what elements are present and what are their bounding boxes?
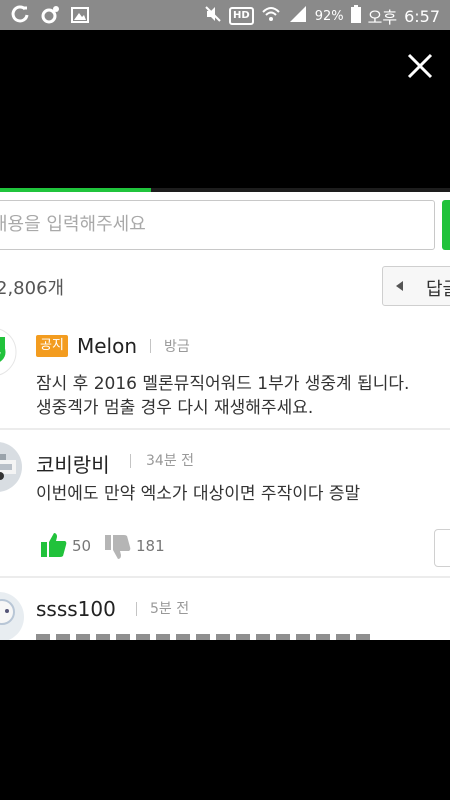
- comment-count: 2,806개: [0, 278, 65, 299]
- notice-author[interactable]: Melon: [77, 334, 137, 358]
- video-area[interactable]: [0, 30, 450, 190]
- melon-logo-icon: [0, 328, 17, 376]
- notification-icons: [10, 5, 90, 25]
- like-count: 50: [72, 537, 92, 555]
- meta-divider: [130, 454, 131, 468]
- image-notification-icon: [70, 5, 90, 25]
- ampm-label: 오후: [367, 8, 398, 27]
- clock: 6:57: [404, 6, 440, 26]
- character-avatar-icon: [0, 599, 15, 625]
- meta-divider: [136, 602, 137, 616]
- user-avatar[interactable]: [0, 442, 22, 492]
- notice-time: 방금: [164, 339, 190, 355]
- notice-text-line2: 생중곅가 멈출 경우 다시 재생해주세요.: [36, 398, 314, 418]
- close-button[interactable]: [406, 52, 434, 80]
- dislike-count: 181: [136, 537, 165, 555]
- comment-time: 34분 전: [146, 453, 195, 469]
- meta-divider: [150, 339, 151, 353]
- app-notification-icon: [10, 5, 30, 25]
- battery-icon: [350, 5, 361, 27]
- system-indicators: HD 92% 오후 6:57: [204, 4, 440, 28]
- triangle-left-icon: [396, 281, 403, 291]
- comment-separator: [0, 576, 450, 578]
- wifi-icon: [261, 5, 281, 27]
- signal-icon: [288, 5, 308, 27]
- comment-input[interactable]: 내용을 입력해주세요: [0, 200, 435, 250]
- mute-icon: [204, 5, 222, 27]
- notice-badge: 공지: [36, 335, 68, 357]
- comment-text: 이번에도 만약 엑소가 대상이면 주작이다 증말: [36, 484, 361, 504]
- hd-icon: HD: [229, 7, 254, 25]
- battery-percent: 92%: [314, 8, 344, 24]
- status-bar: HD 92% 오후 6:57: [0, 0, 450, 30]
- comment-separator: [0, 428, 450, 430]
- comment-author[interactable]: ssss100: [36, 597, 116, 621]
- close-icon: [407, 53, 433, 79]
- reply-sort-button[interactable]: 답글: [382, 266, 450, 306]
- bottom-black-area: [0, 640, 450, 800]
- melon-avatar: [0, 327, 20, 377]
- reply-label: 답글: [426, 279, 450, 300]
- comment-more-button[interactable]: [434, 529, 450, 567]
- notice-text-line1: 잠시 후 2016 멜론뮤직어워드 1부가 생중계 됩니다.: [36, 374, 410, 394]
- music-notification-icon: [40, 5, 60, 25]
- car-avatar-icon: [0, 454, 16, 480]
- comments-panel: 내용을 입력해주세요 2,806개 답글 공지 Melon 방금 잠시 후 20…: [0, 192, 450, 640]
- comment-author[interactable]: 코비랑비: [36, 449, 110, 478]
- comment-time: 5분 전: [150, 601, 190, 617]
- thumbs-down-icon[interactable]: [104, 533, 132, 561]
- comment-submit-button[interactable]: [442, 200, 450, 250]
- thumbs-up-icon[interactable]: [40, 531, 68, 559]
- user-avatar[interactable]: [0, 592, 24, 640]
